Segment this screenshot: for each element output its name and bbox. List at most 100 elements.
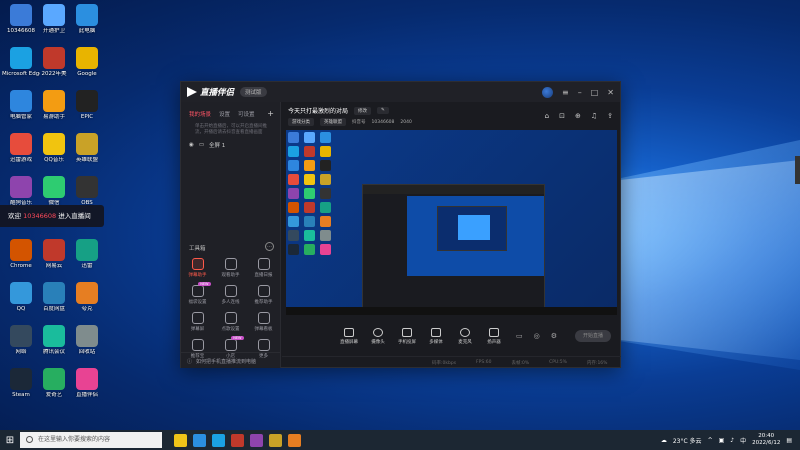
weather-icon[interactable]: ☁ xyxy=(661,437,667,444)
app-icon xyxy=(10,47,32,69)
minimize-icon[interactable]: – xyxy=(578,88,582,97)
desktop-icon[interactable]: Google xyxy=(68,47,106,78)
live-companion-window: 直播伴侣 测试版 ≡ – □ ✕ 我的场景 设置 可设置 + 单击开始直播后，可… xyxy=(180,81,621,368)
tool-icon: NEW xyxy=(191,282,211,297)
preview-icon xyxy=(320,174,331,185)
menu-icon[interactable]: ≡ xyxy=(562,88,569,97)
desktop-icon-label: Google xyxy=(77,71,97,77)
settings-gear-icon[interactable]: ⚙ xyxy=(551,332,557,340)
app-icon xyxy=(76,239,98,261)
status-item: 内存:16% xyxy=(586,361,608,366)
tool-item[interactable]: 弹幕助手 xyxy=(181,258,214,278)
preview-icon xyxy=(304,132,315,143)
maximize-icon[interactable]: □ xyxy=(591,88,599,97)
tool-icon xyxy=(191,339,204,351)
app-icon xyxy=(43,133,65,155)
tool-icon xyxy=(224,312,237,324)
taskbar-app-icon[interactable] xyxy=(231,433,244,447)
eye-icon[interactable]: ◉ xyxy=(189,142,194,148)
taskbar-app-icon[interactable] xyxy=(250,433,263,447)
share-icon[interactable]: ⇪ xyxy=(607,112,613,120)
preview-icon xyxy=(304,216,315,227)
stream-preview[interactable] xyxy=(286,130,617,315)
notification-icon[interactable]: ▤ xyxy=(786,437,792,444)
toolbox-more-icon[interactable]: … xyxy=(265,242,274,251)
camera-button[interactable]: 摄像头 xyxy=(367,327,389,345)
desktop-icon[interactable]: 直播伴侣 xyxy=(68,368,106,399)
shop-icon[interactable]: ⊡ xyxy=(559,112,565,120)
taskbar-app-icon[interactable] xyxy=(269,433,282,447)
close-icon[interactable]: ✕ xyxy=(607,88,614,97)
preview-icon xyxy=(320,202,331,213)
edit-room-button[interactable]: 修改 xyxy=(354,106,372,115)
desktop-icon-label: 英雄联盟 xyxy=(75,157,98,163)
preview-taskbar xyxy=(286,307,617,315)
right-edge-tab[interactable] xyxy=(795,156,800,184)
desktop-icon[interactable]: 夸克 xyxy=(68,282,106,313)
add-scene-icon[interactable]: + xyxy=(267,109,274,118)
tool-item[interactable]: 弹幕屏 xyxy=(181,312,214,332)
preview-icon xyxy=(288,216,299,227)
desktop-icon[interactable]: 英雄联盟 xyxy=(68,133,106,164)
taskbar-app-icon[interactable] xyxy=(174,433,187,447)
status-item: 丢帧:0% xyxy=(511,361,530,366)
desktop-icon[interactable]: 回收站 xyxy=(68,325,106,356)
phone-cast-button[interactable]: 手机投屏 xyxy=(396,327,418,345)
preview-icon xyxy=(304,174,315,185)
footer-link[interactable]: 如何把手机直播推流到电脑 xyxy=(196,358,256,365)
preview-icon xyxy=(320,146,331,157)
status-item: CPU:5% xyxy=(549,360,567,365)
tool-item[interactable]: 多人连线 xyxy=(214,285,247,305)
tool-icon xyxy=(191,312,204,324)
preview-inner-window xyxy=(437,206,507,251)
version-badge[interactable]: 测试版 xyxy=(240,87,267,97)
microphone-button[interactable]: 麦克风 xyxy=(454,327,476,345)
desktop-icon-label: EPIC xyxy=(80,114,94,120)
desktop-icon[interactable]: 迅雷 xyxy=(68,239,106,270)
tool-icon xyxy=(257,258,270,270)
tool-icon xyxy=(224,258,237,270)
app-icon xyxy=(43,282,65,304)
media-button[interactable]: 多媒体 xyxy=(425,327,447,345)
tool-item[interactable]: 弹幕看板 xyxy=(247,312,280,332)
record-icon[interactable]: ▭ xyxy=(516,332,523,340)
tool-item[interactable]: 直播日报 xyxy=(247,258,280,278)
category-value[interactable]: 英雄联盟 xyxy=(320,118,346,126)
ime-icon[interactable]: 中 xyxy=(740,436,746,445)
toast-suffix: 进入直播间 xyxy=(56,212,91,220)
start-live-button[interactable]: 开始直播 xyxy=(575,330,611,342)
desktop-icon[interactable]: OBS xyxy=(68,176,106,207)
tool-label: 推荐助手 xyxy=(254,300,273,305)
avatar[interactable] xyxy=(542,86,554,98)
mode-icon[interactable]: ◎ xyxy=(534,332,540,340)
tab-configurable[interactable]: 可设置 xyxy=(238,110,255,118)
search-input[interactable]: 在这里输入你要搜索的内容 xyxy=(20,432,162,448)
clock[interactable]: 20:40 2022/6/12 xyxy=(752,433,780,447)
speaker-button[interactable]: 扬声器 xyxy=(483,327,505,345)
taskbar-app-icon[interactable] xyxy=(193,433,206,447)
tool-item[interactable]: 点歌设置 xyxy=(214,312,247,332)
network-icon[interactable]: ▣ xyxy=(719,437,725,444)
desktop-icon[interactable]: 此电脑 xyxy=(68,4,106,35)
volume-icon[interactable]: ♪ xyxy=(730,437,734,444)
tab-settings[interactable]: 设置 xyxy=(219,110,230,118)
weather-text[interactable]: 23°C 多云 xyxy=(673,436,702,445)
scene-item[interactable]: ◉ ▭ 全屏 1 xyxy=(181,138,280,152)
tab-my-scenes[interactable]: 我的场景 xyxy=(189,110,211,118)
app-title: 直播伴侣 xyxy=(200,88,235,98)
windows-start-icon[interactable]: ⊞ xyxy=(0,435,20,446)
edit-pencil-icon[interactable]: ✎ xyxy=(377,107,389,114)
chevron-up-icon[interactable]: ^ xyxy=(708,437,713,444)
gift-icon[interactable]: ⌂ xyxy=(545,112,549,120)
left-footer[interactable]: ⓘ 如何把手机直播推流到电脑 xyxy=(181,352,281,368)
taskbar-app-icon[interactable] xyxy=(288,433,301,447)
bell-icon[interactable]: ♫ xyxy=(591,112,597,120)
taskbar-app-icon[interactable] xyxy=(212,433,225,447)
desktop-icon[interactable]: EPIC xyxy=(68,90,106,121)
tool-item[interactable]: NEW 福袋设置 xyxy=(181,282,214,305)
lock-icon[interactable]: ⊕ xyxy=(575,112,581,120)
screen-capture-button[interactable]: 直播屏幕 xyxy=(338,327,360,345)
tool-item[interactable]: 观看助手 xyxy=(214,258,247,278)
app-icon xyxy=(76,282,98,304)
tool-item[interactable]: 推荐助手 xyxy=(247,285,280,305)
